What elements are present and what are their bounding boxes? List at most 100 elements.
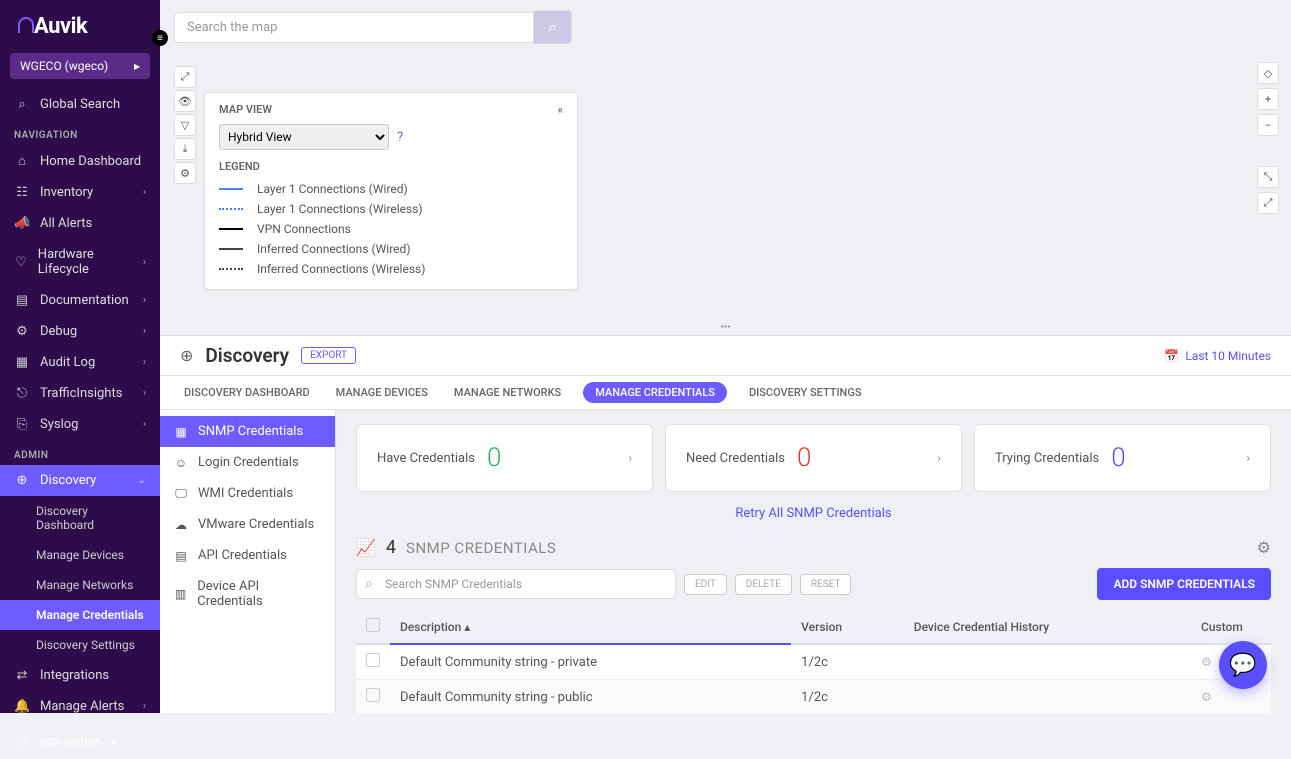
nav-docs[interactable]: ▤Documentation› xyxy=(0,285,160,316)
credentials-search-input[interactable]: Search SNMP Credentials xyxy=(356,569,676,599)
map-tool-expand[interactable]: ⤢ xyxy=(174,66,196,88)
credentials-count: 4 xyxy=(386,537,396,558)
org-selector[interactable]: WGECO (wgeco)▸ xyxy=(10,53,150,79)
map-tool-eye[interactable]: 👁 xyxy=(174,90,196,112)
panel-resize-handle[interactable]: ••• xyxy=(160,320,1291,335)
table-row[interactable]: Default Community string - public 1/2c ⚙ xyxy=(356,680,1271,714)
nav-discovery-devices[interactable]: Manage Devices xyxy=(0,540,160,570)
chevron-right-icon: › xyxy=(111,734,115,748)
sub-api[interactable]: ▤API Credentials xyxy=(160,540,335,571)
nav-traffic[interactable]: ⎋TrafficInsights› xyxy=(0,378,160,409)
clipboard-icon: ▦ xyxy=(14,355,30,370)
tab-discovery-settings[interactable]: DISCOVERY SETTINGS xyxy=(745,376,866,409)
map-zoom-in[interactable]: + xyxy=(1257,88,1279,110)
sub-wmi[interactable]: 🖵WMI Credentials xyxy=(160,478,335,509)
edit-button[interactable]: EDIT xyxy=(684,574,727,595)
legend-item: Inferred Connections (Wired) xyxy=(219,239,563,259)
map-area[interactable]: ⤢ 👁 ▽ ⤓ ⚙ MAP VIEW « Hybrid View ? LEGEN… xyxy=(160,54,1291,320)
map-view-select[interactable]: Hybrid View xyxy=(219,124,389,150)
row-gear-icon[interactable]: ⚙ xyxy=(1201,655,1212,669)
nav-home[interactable]: ⌂Home Dashboard xyxy=(0,145,160,177)
table-row[interactable]: Default Community string - private 1/2c … xyxy=(356,644,1271,680)
bell-icon: 🔔 xyxy=(14,699,30,714)
nav-audit[interactable]: ▦Audit Log› xyxy=(0,347,160,378)
row-checkbox[interactable] xyxy=(366,653,380,667)
heart-icon: ♡ xyxy=(14,255,28,270)
row-checkbox[interactable] xyxy=(366,688,380,702)
nav-integrations[interactable]: ⇄Integrations xyxy=(0,660,160,691)
chevron-right-icon: › xyxy=(143,257,146,268)
map-view-title: MAP VIEW xyxy=(219,103,272,116)
map-search-button[interactable]: ⌕ xyxy=(534,10,572,44)
nav-hardware[interactable]: ♡Hardware Lifecycle› xyxy=(0,239,160,285)
snmp-icon: ▦ xyxy=(174,425,188,439)
delete-button[interactable]: DELETE xyxy=(735,574,792,595)
cell-history xyxy=(904,644,1191,680)
nav-manage-alerts[interactable]: 🔔Manage Alerts› xyxy=(0,691,160,722)
card-have-credentials[interactable]: Have Credentials 0 › xyxy=(356,424,653,492)
user-icon: ☺ xyxy=(14,733,30,749)
chevron-right-icon: › xyxy=(143,187,146,198)
map-tool-filter[interactable]: ▽ xyxy=(174,114,196,136)
tab-manage-networks[interactable]: MANAGE NETWORKS xyxy=(450,376,565,409)
add-credentials-button[interactable]: ADD SNMP CREDENTIALS xyxy=(1097,568,1271,600)
globe-icon: ⊕ xyxy=(180,346,193,365)
export-button[interactable]: EXPORT xyxy=(301,347,356,364)
megaphone-icon: 📣 xyxy=(14,216,30,231)
sub-vmware[interactable]: ☁VMware Credentials xyxy=(160,509,335,540)
card-trying-credentials[interactable]: Trying Credentials 0 › xyxy=(974,424,1271,492)
tab-manage-credentials[interactable]: MANAGE CREDENTIALS xyxy=(583,382,727,403)
chevron-right-icon: › xyxy=(937,451,941,465)
col-history[interactable]: Device Credential History xyxy=(904,610,1191,644)
sidebar-toggle[interactable]: ≡ xyxy=(152,30,168,46)
map-search-input[interactable]: Search the map xyxy=(174,12,534,43)
col-description[interactable]: Description ▴ xyxy=(390,610,791,644)
sidebar: Auvik WGECO (wgeco)▸ ⌕Global Search NAVI… xyxy=(0,0,160,713)
nav-discovery-networks[interactable]: Manage Networks xyxy=(0,570,160,600)
map-fullscreen[interactable]: ⤡ xyxy=(1257,166,1279,188)
nav-discovery-settings[interactable]: Discovery Settings xyxy=(0,630,160,660)
time-filter[interactable]: 📅Last 10 Minutes xyxy=(1164,349,1271,363)
sub-login[interactable]: ☺Login Credentials xyxy=(160,447,335,478)
chevron-right-icon: › xyxy=(143,357,146,368)
user-icon: ☺ xyxy=(174,456,188,470)
map-tool-download[interactable]: ⤓ xyxy=(174,138,196,160)
map-locate-button[interactable]: ◇ xyxy=(1257,62,1279,84)
document-icon: ▤ xyxy=(14,293,30,308)
nav-discovery-dashboard[interactable]: Discovery Dashboard xyxy=(0,496,160,540)
chart-icon: 📈 xyxy=(356,538,376,557)
collapse-icon[interactable]: « xyxy=(558,103,563,116)
cell-description: Default Community string - public xyxy=(390,680,791,714)
credentials-title: SNMP CREDENTIALS xyxy=(406,539,556,557)
nav-discovery[interactable]: ⊕Discovery⌄ xyxy=(0,465,160,496)
nav-discovery-credentials[interactable]: Manage Credentials xyxy=(0,600,160,630)
help-icon[interactable]: ? xyxy=(397,130,403,145)
chat-button[interactable]: 💬 xyxy=(1219,641,1267,689)
tab-manage-devices[interactable]: MANAGE DEVICES xyxy=(332,376,432,409)
map-zoom-out[interactable]: − xyxy=(1257,114,1279,136)
map-fit[interactable]: ⤢ xyxy=(1257,192,1279,214)
credentials-table: Description ▴ Version Device Credential … xyxy=(356,610,1271,713)
nav-debug[interactable]: ⚙Debug› xyxy=(0,316,160,347)
global-search[interactable]: ⌕Global Search xyxy=(0,89,160,120)
reset-button[interactable]: RESET xyxy=(800,574,852,595)
chevron-right-icon: › xyxy=(143,419,146,430)
col-version[interactable]: Version xyxy=(791,610,904,644)
sub-device-api[interactable]: ▥Device API Credentials xyxy=(160,571,335,617)
sub-snmp[interactable]: ▦SNMP Credentials xyxy=(160,416,335,447)
monitor-icon: 🖵 xyxy=(174,486,188,501)
col-custom[interactable]: Custom xyxy=(1191,610,1271,644)
row-gear-icon[interactable]: ⚙ xyxy=(1201,690,1212,704)
tab-discovery-dashboard[interactable]: DISCOVERY DASHBOARD xyxy=(180,376,314,409)
nav-alerts[interactable]: 📣All Alerts xyxy=(0,208,160,239)
retry-all-link[interactable]: Retry All SNMP Credentials xyxy=(356,506,1271,521)
nav-inventory[interactable]: ☷Inventory› xyxy=(0,177,160,208)
table-settings-icon[interactable]: ⚙ xyxy=(1257,538,1271,557)
card-need-credentials[interactable]: Need Credentials 0 › xyxy=(665,424,962,492)
select-all-checkbox[interactable] xyxy=(366,618,380,632)
map-tool-settings[interactable]: ⚙ xyxy=(174,162,196,184)
search-icon: ⌕ xyxy=(14,97,30,112)
user-footer[interactable]: ☺eco system› xyxy=(0,722,160,759)
legend-item: Layer 1 Connections (Wired) xyxy=(219,179,563,199)
nav-syslog[interactable]: ⎘Syslog› xyxy=(0,409,160,440)
